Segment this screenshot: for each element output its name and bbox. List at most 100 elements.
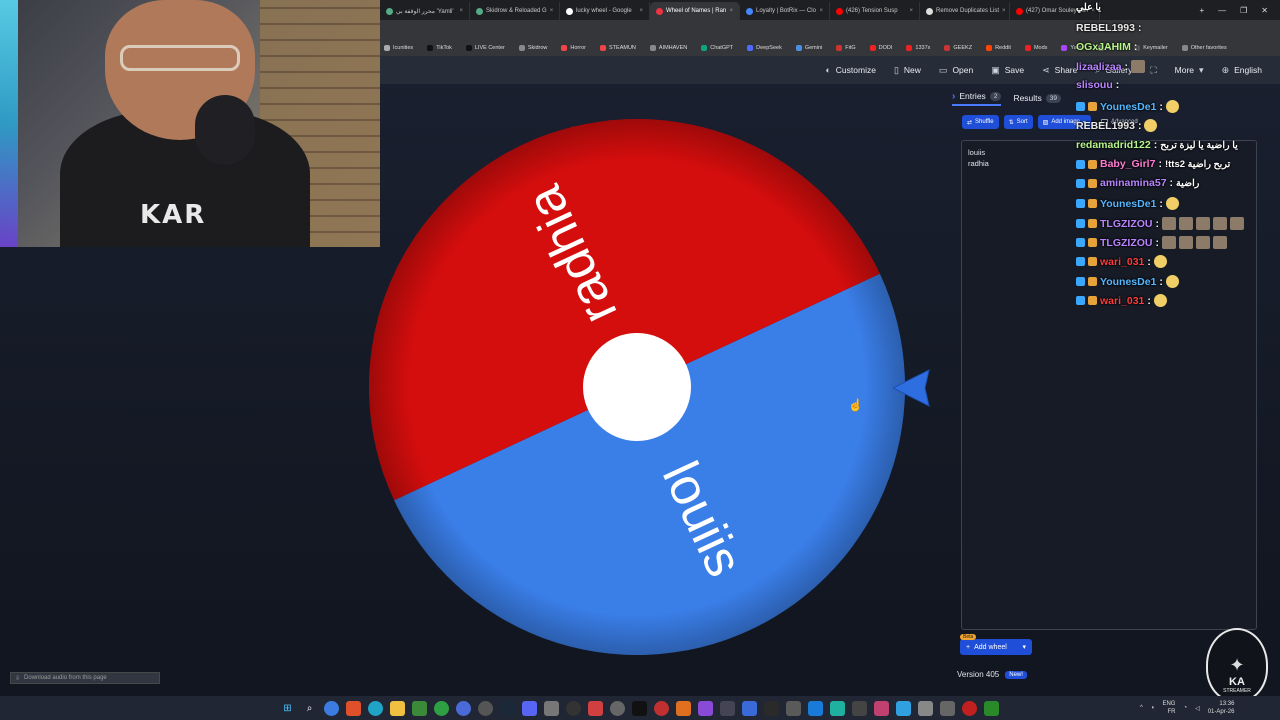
app-icon[interactable] [654,700,669,716]
app-icon[interactable] [984,700,999,716]
volume-icon[interactable]: ◁ [1195,705,1200,712]
app-icon[interactable] [566,700,581,716]
network-icon[interactable]: ◖ [1151,705,1155,711]
app-icon[interactable] [808,700,823,716]
bookmark-item[interactable]: GEEKZ [944,45,972,51]
chat-username[interactable]: YounesDe1 [1100,198,1156,210]
browser-tab[interactable]: lucky wheel - Google × [560,2,650,20]
browser-tab[interactable]: Remove Duplicates List × [920,2,1010,20]
save-button[interactable]: ▣ Save [991,65,1024,76]
bookmark-item[interactable]: TikTok [427,45,452,51]
close-icon[interactable]: × [729,8,733,14]
browser-tab[interactable]: محرر الوقفة بي 'Yamli' × [380,2,470,20]
edge-icon[interactable] [368,700,383,716]
chat-username[interactable]: REBEL1993 [1076,22,1135,34]
app-icon[interactable] [940,700,955,716]
tiktok-icon[interactable] [632,700,647,716]
brave-icon[interactable] [346,700,361,716]
bookmark-item[interactable]: Mods [1024,45,1047,51]
browser-tab[interactable]: (426) Tension Susp × [830,2,920,20]
discord-icon[interactable] [522,700,537,716]
customize-button[interactable]: ◐ Customize [825,65,876,75]
app-icon[interactable] [412,700,427,716]
bookmark-item[interactable]: Skidrow [518,45,547,51]
app-icon[interactable] [896,700,911,716]
wheel-center-button[interactable] [583,333,691,441]
tab-entries[interactable]: › Entries 2 [952,91,1002,106]
chat-username[interactable]: aminamina57 [1100,177,1167,189]
bookmark-item[interactable]: FitG [836,45,856,51]
bookmark-item[interactable]: 1337x [906,45,930,51]
app-icon[interactable] [764,700,779,716]
new-button[interactable]: ▯ New [894,65,921,76]
app-icon[interactable] [478,700,493,716]
chat-username[interactable]: redamadrid122 [1076,139,1151,151]
bookmark-item[interactable]: DODI [869,45,892,51]
clock[interactable]: 13:36 01-Apr-26 [1208,700,1235,716]
app-icon[interactable] [742,700,757,716]
bookmark-item[interactable]: Horror [561,45,586,51]
download-audio-bar[interactable]: ⇩ Download audio from this page [10,672,160,684]
browser-tab[interactable]: Loyalty | BotRix — Clo × [740,2,830,20]
windows-start-icon[interactable]: ⊞ [280,701,295,716]
bookmark-item[interactable]: DeepSeek [747,45,782,51]
close-icon[interactable]: × [550,8,554,14]
shuffle-button[interactable]: ⇄ Shuffle [962,115,999,129]
close-icon[interactable]: × [459,8,463,14]
bookmark-item[interactable]: AIMHAVEN [649,45,687,51]
chat-username[interactable]: Baby_Girl7 [1100,158,1155,170]
bookmark-item[interactable]: STEAMUN [600,45,636,51]
app-icon[interactable] [610,700,625,716]
browser-tab-active[interactable]: Wheel of Names | Ran × [650,2,740,20]
chat-username[interactable]: REBEL1993 [1076,120,1135,132]
chat-username[interactable]: YounesDe1 [1100,276,1156,288]
search-icon[interactable]: ⌕ [302,701,317,716]
chat-username[interactable]: TLGZIZOU [1100,237,1153,249]
close-icon[interactable]: × [909,8,913,14]
chat-username[interactable]: wari_031 [1100,256,1144,268]
wheel-svg[interactable]: louiisradhia [365,115,910,660]
xbox-icon[interactable] [434,700,449,716]
wifi-icon[interactable]: ◔ [1183,705,1187,711]
chevron-right-icon[interactable]: › [952,91,955,102]
share-button[interactable]: ⋖ Share [1042,65,1077,76]
tab-results[interactable]: Results 39 [1013,93,1062,103]
sort-button[interactable]: ⇅ Sort [1003,115,1033,129]
app-icon[interactable] [588,700,603,716]
app-icon[interactable] [918,700,933,716]
bookmark-item[interactable]: Gemini [795,45,822,51]
app-icon[interactable] [830,700,845,716]
app-icon[interactable] [676,700,691,716]
chat-username[interactable]: YounesDe1 [1100,101,1156,113]
app-icon[interactable] [544,700,559,716]
close-icon[interactable]: × [819,8,823,14]
chat-username[interactable]: wari_031 [1100,295,1144,307]
browser-tab[interactable]: Skidrow & Reloaded G × [470,2,560,20]
app-icon[interactable] [698,700,713,716]
bookmark-item[interactable]: ChatGPT [701,45,733,51]
chat-username[interactable]: OGxJAHIM [1076,41,1131,53]
app-icon[interactable] [874,700,889,716]
new-badge[interactable]: New! [1005,670,1027,679]
app-icon[interactable] [786,700,801,716]
chat-username[interactable]: TLGZIZOU [1100,218,1153,230]
bookmark-item[interactable]: LIVE Center [465,45,505,51]
chevron-up-icon[interactable]: ^ [1140,705,1143,711]
chat-username[interactable]: slisouu [1076,79,1113,91]
app-icon[interactable] [852,700,867,716]
bookmark-item[interactable]: Icunities [384,45,413,51]
close-icon[interactable]: × [639,8,643,14]
chat-username[interactable]: lizaalizaa [1076,61,1122,73]
bookmark-item[interactable]: Reddit [986,45,1011,51]
wheel-of-names[interactable]: louiisradhia [365,115,910,660]
add-wheel-button[interactable]: + Add wheel ▾ [960,639,1032,655]
app-icon[interactable] [962,700,977,716]
file-explorer-icon[interactable] [390,700,405,716]
app-icon[interactable] [720,700,735,716]
chevron-down-icon[interactable]: ▾ [1022,643,1026,651]
steam-icon[interactable] [500,700,515,716]
open-button[interactable]: ▭ Open [939,65,973,76]
language-indicator[interactable]: ENG FR [1162,700,1175,716]
chrome-icon[interactable] [324,700,339,716]
close-icon[interactable]: × [1002,8,1006,14]
